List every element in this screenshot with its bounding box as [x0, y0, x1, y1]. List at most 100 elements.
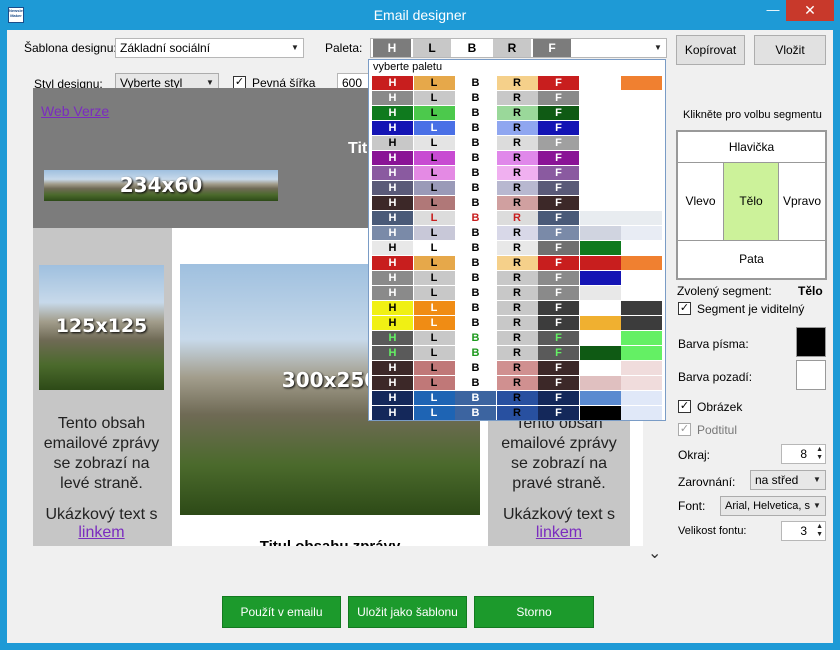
palette-option[interactable]: HLBRF [372, 151, 663, 165]
palette-color-cell: H [372, 301, 413, 315]
palette-option[interactable]: HLBRF [372, 76, 663, 90]
palette-option[interactable]: HLBRF [372, 226, 663, 240]
palette-color-cell: H [372, 181, 413, 195]
palette-color-cell: F [538, 361, 579, 375]
bg-color-swatch[interactable] [796, 360, 826, 390]
right-link[interactable]: linkem [495, 523, 623, 543]
font-select[interactable]: Arial, Helvetica, s ▼ [720, 496, 826, 516]
paste-button[interactable]: Vložit [754, 35, 826, 65]
palette-color-cell: B [455, 301, 496, 315]
palette-color-cell [621, 136, 662, 150]
cancel-button[interactable]: Storno [474, 596, 594, 628]
palette-color-cell: H [372, 316, 413, 330]
left-link[interactable]: linkem [39, 523, 164, 543]
palette-color-cell [579, 121, 621, 135]
palette-color-cell: H [372, 241, 413, 255]
template-select[interactable]: Základní sociální ▼ [115, 38, 304, 58]
palette-color-cell: H [372, 121, 413, 135]
palette-option[interactable]: HLBRF [372, 406, 663, 420]
save-as-template-button[interactable]: Uložit jako šablonu [348, 596, 467, 628]
palette-color-cell: B [455, 181, 496, 195]
palette-current-cell: H [373, 39, 411, 57]
palette-color-cell: B [455, 106, 496, 120]
stepper-arrows-icon[interactable]: ▲ ▼ [816, 523, 823, 539]
segment-visible-checkbox[interactable]: ✓ [678, 302, 691, 315]
align-select[interactable]: na střed ▼ [750, 470, 826, 490]
palette-current-cell: R [493, 39, 531, 57]
palette-option[interactable]: HLBRF [372, 211, 663, 225]
segment-body-button[interactable]: Tělo [723, 162, 779, 241]
palette-color-cell [579, 331, 621, 345]
align-value: na střed [755, 473, 799, 487]
font-size-stepper[interactable]: 3 ▲ ▼ [781, 521, 826, 541]
palette-option[interactable]: HLBRF [372, 361, 663, 375]
palette-option[interactable]: HLBRF [372, 391, 663, 405]
palette-color-cell: L [413, 391, 455, 405]
font-color-swatch[interactable] [796, 327, 826, 357]
palette-select[interactable]: HLBRF ▼ [370, 38, 667, 58]
web-version-link[interactable]: Web Verze [41, 103, 109, 119]
margin-stepper[interactable]: 8 ▲ ▼ [781, 444, 826, 464]
palette-color-cell [579, 256, 621, 270]
palette-option[interactable]: HLBRF [372, 121, 663, 135]
bg-color-label: Barva pozadí: [678, 370, 753, 384]
palette-color-cell: R [496, 346, 538, 360]
palette-color-cell: R [496, 91, 538, 105]
palette-color-cell: H [372, 226, 413, 240]
palette-color-cell [621, 181, 662, 195]
palette-option[interactable]: HLBRF [372, 301, 663, 315]
palette-option[interactable]: HLBRF [372, 331, 663, 345]
palette-color-cell: H [372, 151, 413, 165]
palette-color-cell [579, 286, 621, 300]
scroll-down-icon[interactable]: ⌄ [648, 543, 661, 563]
palette-option[interactable]: HLBRF [372, 91, 663, 105]
palette-color-cell: F [538, 211, 579, 225]
palette-color-cell [579, 391, 621, 405]
palette-option[interactable]: HLBRF [372, 376, 663, 390]
palette-color-cell: H [372, 361, 413, 375]
palette-option[interactable]: HLBRF [372, 166, 663, 180]
palette-option[interactable]: HLBRF [372, 286, 663, 300]
palette-current-cell: B [453, 39, 491, 57]
palette-color-cell: B [455, 391, 496, 405]
segment-click-label: Klikněte pro volbu segmentu [683, 109, 822, 121]
margin-value: 8 [800, 447, 807, 461]
palette-color-cell: H [372, 271, 413, 285]
palette-color-cell: R [496, 136, 538, 150]
segment-right-button[interactable]: Vpravo [778, 162, 826, 241]
margin-label: Okraj: [678, 448, 711, 462]
palette-dropdown[interactable]: vyberte paletu HLBRFHLBRFHLBRFHLBRFHLBRF… [368, 59, 666, 421]
caption-checkbox[interactable]: ✓ [678, 423, 691, 436]
palette-color-cell: R [496, 406, 538, 420]
palette-color-cell: B [455, 76, 496, 90]
minimize-button[interactable]: — [762, 3, 784, 20]
palette-option[interactable]: HLBRF [372, 196, 663, 210]
palette-color-cell: L [413, 346, 455, 360]
segment-left-button[interactable]: Vlevo [677, 162, 724, 241]
segment-footer-button[interactable]: Pata [677, 240, 826, 279]
segment-header-button[interactable]: Hlavička [677, 131, 826, 163]
close-button[interactable]: ✕ [786, 0, 834, 21]
stepper-arrows-icon[interactable]: ▲ ▼ [816, 446, 823, 462]
palette-color-cell: R [496, 286, 538, 300]
font-size-label: Velikost fontu: [678, 525, 747, 537]
palette-color-cell: H [372, 136, 413, 150]
segment-selector: Hlavička Vlevo Tělo Vpravo Pata [676, 130, 827, 280]
palette-option[interactable]: HLBRF [372, 316, 663, 330]
palette-color-cell: F [538, 151, 579, 165]
palette-dropdown-header: vyberte paletu [373, 61, 443, 73]
palette-color-cell: R [496, 226, 538, 240]
left-image-label: 125x125 [55, 315, 148, 337]
palette-option[interactable]: HLBRF [372, 271, 663, 285]
palette-option[interactable]: HLBRF [372, 346, 663, 360]
use-in-email-button[interactable]: Použít v emailu [222, 596, 341, 628]
palette-color-cell: B [455, 316, 496, 330]
palette-color-cell: F [538, 166, 579, 180]
palette-option[interactable]: HLBRF [372, 136, 663, 150]
image-checkbox[interactable]: ✓ [678, 400, 691, 413]
palette-option[interactable]: HLBRF [372, 106, 663, 120]
palette-option[interactable]: HLBRF [372, 181, 663, 195]
palette-option[interactable]: HLBRF [372, 241, 663, 255]
copy-button[interactable]: Kopírovat [676, 35, 745, 65]
palette-option[interactable]: HLBRF [372, 256, 663, 270]
